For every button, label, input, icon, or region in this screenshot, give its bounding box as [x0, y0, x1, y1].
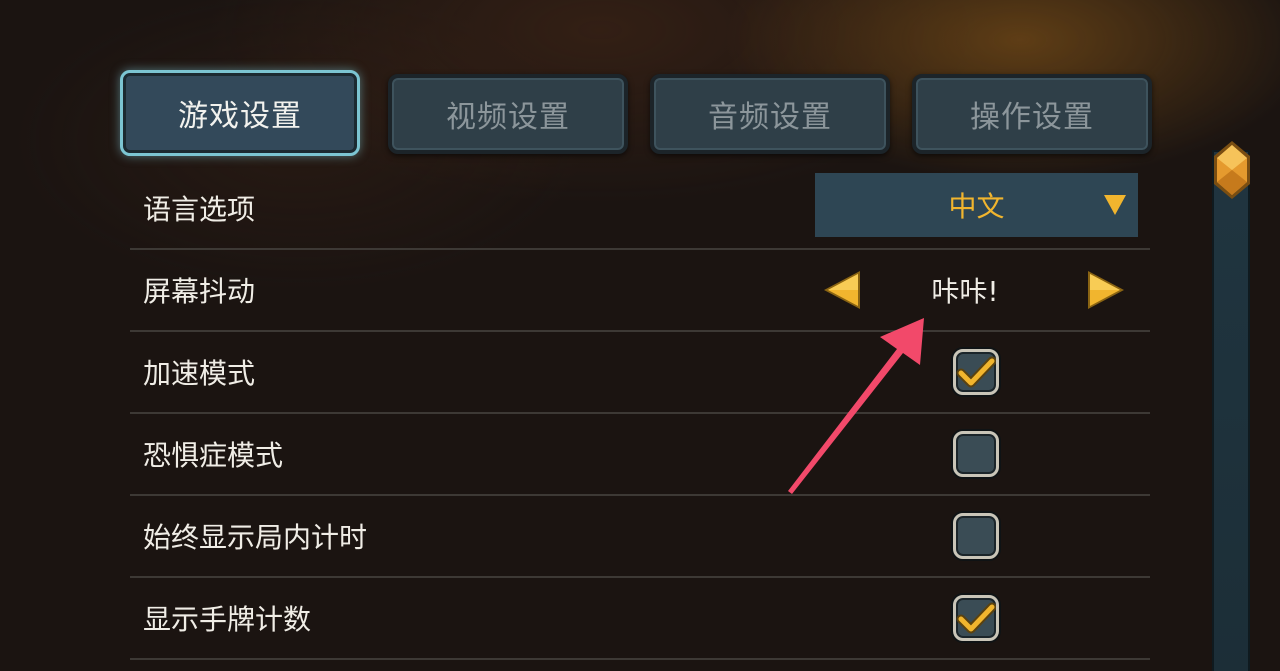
checkmark-icon: [956, 602, 996, 634]
triangle-right-icon: [1088, 271, 1124, 309]
screen-shake-next-button[interactable]: [1086, 269, 1126, 311]
tab-control-settings[interactable]: 操作设置: [912, 74, 1152, 154]
setting-row-fast-mode: 加速模式: [130, 332, 1150, 414]
language-dropdown[interactable]: 中文: [815, 173, 1138, 237]
tab-audio-settings-label: 音频设置: [708, 100, 832, 135]
fast-mode-checkbox[interactable]: [953, 349, 999, 395]
show-hand-count-checkbox[interactable]: [953, 595, 999, 641]
setting-row-language: 语言选项 中文: [130, 168, 1150, 250]
setting-label-language: 语言选项: [143, 193, 256, 226]
checkmark-icon: [956, 356, 996, 388]
screen-shake-prev-button[interactable]: [822, 269, 862, 311]
tab-video-settings-label: 视频设置: [446, 100, 570, 135]
setting-label-show-hand-count: 显示手牌计数: [143, 603, 312, 636]
setting-label-show-timer: 始终显示局内计时: [143, 521, 368, 554]
setting-row-show-hand-count: 显示手牌计数: [130, 578, 1150, 660]
tab-audio-settings[interactable]: 音频设置: [650, 74, 890, 154]
show-timer-checkbox[interactable]: [953, 513, 999, 559]
setting-row-screen-shake: 屏幕抖动 咔咔!: [130, 250, 1150, 332]
setting-label-screen-shake: 屏幕抖动: [143, 275, 256, 308]
setting-row-arachnophobia-mode: 恐惧症模式: [130, 414, 1150, 496]
triangle-down-icon: [1104, 195, 1126, 215]
setting-label-arachnophobia-mode: 恐惧症模式: [143, 439, 284, 472]
scrollbar-thumb[interactable]: [1212, 140, 1252, 200]
gem-icon: [1214, 141, 1250, 199]
setting-label-fast-mode: 加速模式: [143, 357, 256, 390]
tab-game-settings-label: 游戏设置: [178, 99, 302, 134]
triangle-left-icon: [824, 271, 860, 309]
screen-shake-value: 咔咔!: [931, 275, 999, 308]
language-dropdown-value: 中文: [948, 190, 1005, 223]
scrollbar-track[interactable]: [1212, 150, 1250, 671]
tab-control-settings-label: 操作设置: [970, 100, 1094, 135]
arachnophobia-mode-checkbox[interactable]: [953, 431, 999, 477]
setting-row-show-timer: 始终显示局内计时: [130, 496, 1150, 578]
tab-game-settings[interactable]: 游戏设置: [120, 70, 360, 156]
tab-video-settings[interactable]: 视频设置: [388, 74, 628, 154]
